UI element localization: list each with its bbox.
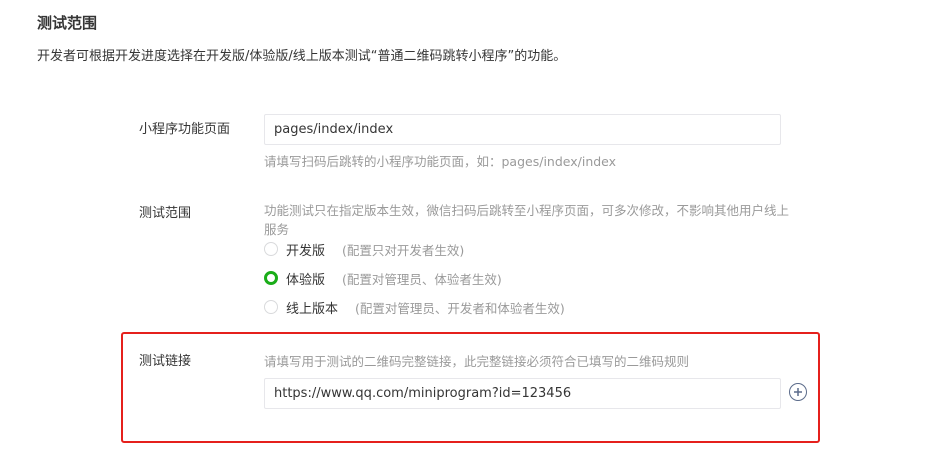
radio-note: (配置只对开发者生效) bbox=[342, 242, 465, 258]
page-path-hint: 请填写扫码后跳转的小程序功能页面，如：pages/index/index bbox=[264, 154, 617, 169]
radio-option-dev[interactable]: 开发版 (配置只对开发者生效) bbox=[264, 240, 465, 259]
page-field-label: 小程序功能页面 bbox=[139, 122, 231, 137]
scope-field-label: 测试范围 bbox=[139, 206, 192, 221]
link-hint: 请填写用于测试的二维码完整链接，此完整链接必须符合已填写的二维码规则 bbox=[264, 354, 690, 369]
radio-note: (配置对管理员、体验者生效) bbox=[342, 271, 502, 287]
radio-option-trial[interactable]: 体验版 (配置对管理员、体验者生效) bbox=[264, 269, 502, 288]
plus-icon bbox=[794, 388, 802, 396]
radio-label: 开发版 bbox=[286, 243, 326, 259]
radio-option-release[interactable]: 线上版本 (配置对管理员、开发者和体验者生效) bbox=[264, 298, 565, 317]
radio-label: 体验版 bbox=[286, 272, 326, 288]
radio-unchecked-icon[interactable] bbox=[264, 300, 278, 314]
page-path-input[interactable]: pages/index/index bbox=[264, 114, 781, 145]
section-description: 开发者可根据开发进度选择在开发版/体验版/线上版本测试“普通二维码跳转小程序”的… bbox=[37, 49, 567, 64]
test-scope-page: 测试范围 开发者可根据开发进度选择在开发版/体验版/线上版本测试“普通二维码跳转… bbox=[0, 0, 943, 469]
link-field-label: 测试链接 bbox=[139, 354, 192, 369]
section-title: 测试范围 bbox=[37, 14, 98, 32]
test-link-input[interactable]: https://www.qq.com/miniprogram?id=123456 bbox=[264, 378, 781, 409]
radio-note: (配置对管理员、开发者和体验者生效) bbox=[355, 300, 565, 316]
radio-unchecked-icon[interactable] bbox=[264, 242, 278, 256]
radio-label: 线上版本 bbox=[286, 301, 339, 317]
plus-circle-icon[interactable] bbox=[789, 383, 807, 401]
scope-description: 功能测试只在指定版本生效，微信扫码后跳转至小程序页面，可多次修改，不影响其他用户… bbox=[264, 203, 790, 237]
radio-checked-icon[interactable] bbox=[264, 271, 278, 285]
